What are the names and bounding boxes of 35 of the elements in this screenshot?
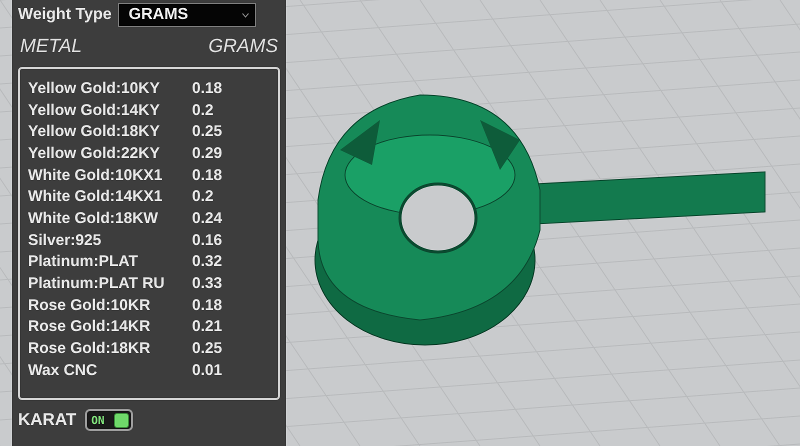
metal-name: Rose Gold:14KR [28, 318, 152, 336]
metal-weight: 0.32 [192, 253, 222, 272]
metal-weight: 0.29 [192, 144, 222, 163]
metal-name: Platinum:PLAT [28, 253, 139, 272]
metal-weight: 0.18 [192, 166, 222, 185]
grams-column-header: GRAMS [208, 36, 278, 58]
metal-column-header: METAL [20, 36, 82, 58]
metal-name: Yellow Gold:18KY [28, 123, 161, 142]
metal-weight: 0.16 [192, 232, 222, 250]
metal-name: Yellow Gold:10KY [28, 80, 161, 98]
metal-weight: 0.2 [192, 188, 214, 206]
weight-type-dropdown[interactable]: GRAMS [118, 3, 256, 27]
metal-weight: 0.24 [192, 210, 222, 228]
karat-toggle[interactable]: ON [85, 409, 134, 431]
metal-weight: 0.25 [192, 123, 222, 142]
weight-type-label: Weight Type [18, 6, 112, 24]
metal-name: Platinum:PLAT RU [28, 275, 166, 294]
metal-weight: 0.18 [192, 80, 222, 98]
metal-weight: 0.33 [192, 275, 222, 294]
karat-label: KARAT [18, 410, 76, 430]
metal-weight: 0.25 [192, 340, 222, 358]
metal-weight: 0.2 [192, 102, 214, 120]
metal-name: Rose Gold:18KR [28, 340, 152, 358]
metal-weight: 0.21 [192, 318, 222, 336]
metal-name: Yellow Gold:22KY [28, 144, 161, 163]
metal-name: Yellow Gold:14KY [28, 102, 161, 120]
metal-name: Wax CNC [28, 362, 98, 380]
metal-name: White Gold:18KW [28, 210, 160, 228]
metal-name: White Gold:14KX1 [28, 188, 164, 206]
metal-name: Rose Gold:10KR [28, 296, 152, 315]
metal-name: White Gold:10KX1 [28, 166, 164, 185]
metal-weight: 0.01 [192, 362, 222, 380]
caret-icon [242, 12, 249, 18]
metal-weight: 0.18 [192, 296, 222, 315]
metal-name: Silver:925 [28, 232, 102, 250]
